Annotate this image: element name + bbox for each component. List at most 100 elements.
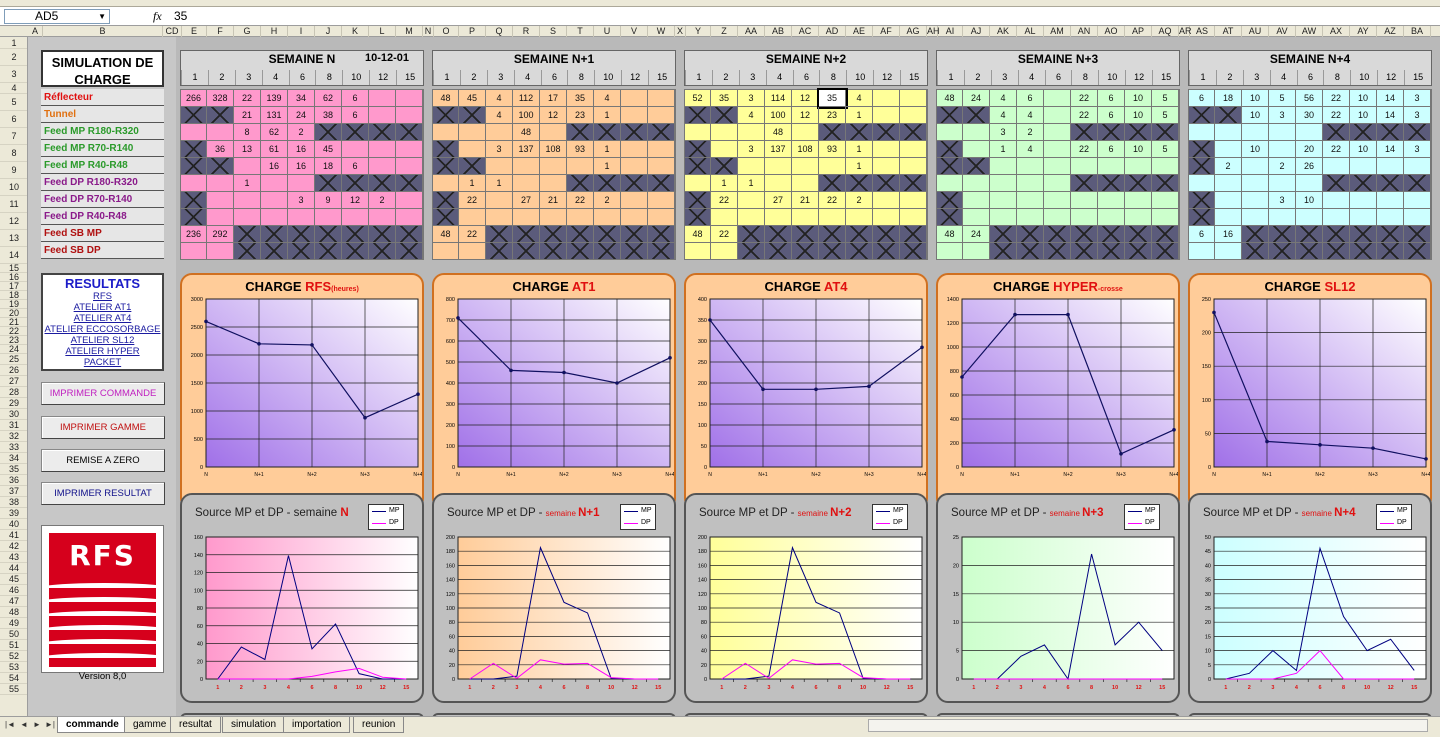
grid-cell[interactable] — [540, 209, 567, 226]
grid-cell[interactable] — [621, 243, 648, 260]
grid-cell[interactable]: 22 — [567, 192, 594, 209]
grid-cell[interactable] — [900, 141, 927, 158]
column-header[interactable]: AT — [1215, 26, 1242, 37]
grid-cell[interactable] — [459, 243, 486, 260]
grid-cell[interactable] — [648, 141, 675, 158]
grid-cell[interactable] — [486, 243, 513, 260]
grid-cell[interactable] — [396, 226, 423, 243]
grid-cell[interactable] — [1350, 209, 1377, 226]
grid-cell[interactable] — [963, 158, 990, 175]
grid-cell[interactable] — [396, 124, 423, 141]
grid-cell[interactable]: 10 — [1350, 90, 1377, 107]
horizontal-scrollbar[interactable] — [868, 719, 1428, 732]
grid-cell[interactable] — [1215, 243, 1242, 260]
grid-cell[interactable]: 4 — [738, 107, 765, 124]
grid-cell[interactable]: 3 — [738, 90, 765, 107]
grid-cell[interactable] — [396, 243, 423, 260]
grid-cell[interactable]: 12 — [540, 107, 567, 124]
column-header[interactable]: AX — [1323, 26, 1350, 37]
grid-cell[interactable]: 3 — [990, 124, 1017, 141]
grid-cell[interactable] — [819, 158, 846, 175]
grid-cell[interactable]: 1 — [459, 175, 486, 192]
grid-cell[interactable]: 24 — [288, 107, 315, 124]
grid-cell[interactable]: 30 — [1296, 107, 1323, 124]
grid-cell[interactable] — [990, 158, 1017, 175]
grid-cell[interactable]: 6 — [1189, 226, 1215, 243]
grid-cell[interactable] — [1152, 124, 1179, 141]
grid-cell[interactable] — [1189, 107, 1215, 124]
grid-cell[interactable]: 1 — [594, 158, 621, 175]
grid-cell[interactable] — [433, 141, 459, 158]
grid-cell[interactable] — [594, 209, 621, 226]
grid-cell[interactable] — [900, 243, 927, 260]
grid-cell[interactable] — [261, 243, 288, 260]
column-header[interactable]: R — [513, 26, 540, 37]
grid-cell[interactable] — [819, 175, 846, 192]
grid-cell[interactable] — [1377, 175, 1404, 192]
sheet-tab[interactable]: gamme — [124, 717, 176, 733]
grid-cell[interactable]: 22 — [711, 226, 738, 243]
grid-cell[interactable]: 100 — [513, 107, 540, 124]
resultats-link[interactable]: ATELIER AT4 — [43, 313, 162, 324]
grid-cell[interactable] — [396, 107, 423, 124]
grid-cell[interactable] — [207, 107, 234, 124]
row-header[interactable]: 39 — [0, 508, 27, 519]
grid-cell[interactable] — [486, 209, 513, 226]
grid-cell[interactable] — [1125, 124, 1152, 141]
grid-cell[interactable] — [711, 141, 738, 158]
grid-cell[interactable]: 3 — [288, 192, 315, 209]
grid-cell[interactable]: 48 — [937, 226, 963, 243]
grid-cell[interactable]: 20 — [1296, 141, 1323, 158]
resultats-link[interactable]: ATELIER ECCOSORBAGE — [43, 324, 162, 335]
column-header[interactable]: S — [540, 26, 567, 37]
row-header[interactable]: 14 — [0, 247, 27, 264]
grid-cell[interactable] — [486, 124, 513, 141]
grid-cell[interactable] — [1071, 124, 1098, 141]
grid-cell[interactable] — [846, 209, 873, 226]
grid-cell[interactable] — [1296, 124, 1323, 141]
grid-cell[interactable] — [900, 158, 927, 175]
grid-cell[interactable] — [792, 243, 819, 260]
grid-cell[interactable] — [540, 175, 567, 192]
grid-cell[interactable] — [1242, 158, 1269, 175]
grid-cell[interactable] — [990, 226, 1017, 243]
row-header[interactable]: 26 — [0, 365, 27, 376]
grid-cell[interactable]: 3 — [1404, 90, 1431, 107]
grid-cell[interactable] — [873, 192, 900, 209]
grid-cell[interactable] — [711, 158, 738, 175]
column-header[interactable]: AS — [1190, 26, 1215, 37]
grid-cell[interactable] — [1269, 124, 1296, 141]
grid-cell[interactable] — [819, 243, 846, 260]
grid-cell[interactable] — [990, 192, 1017, 209]
grid-cell[interactable] — [369, 209, 396, 226]
grid-cell[interactable] — [1296, 243, 1323, 260]
grid-cell[interactable] — [207, 192, 234, 209]
row-header[interactable]: 29 — [0, 398, 27, 409]
grid-cell[interactable] — [1296, 226, 1323, 243]
grid-cell[interactable] — [1071, 175, 1098, 192]
grid-cell[interactable]: 4 — [1017, 141, 1044, 158]
last-sheet-icon[interactable]: ►| — [45, 720, 55, 729]
row-header[interactable]: 37 — [0, 486, 27, 497]
row-header[interactable]: 40 — [0, 519, 27, 530]
grid-cell[interactable] — [990, 175, 1017, 192]
grid-cell[interactable] — [963, 209, 990, 226]
grid-cell[interactable] — [873, 243, 900, 260]
row-header[interactable]: 8 — [0, 145, 27, 162]
grid-cell[interactable]: 236 — [181, 226, 207, 243]
grid-cell[interactable] — [1044, 226, 1071, 243]
grid-cell[interactable] — [369, 90, 396, 107]
grid-cell[interactable]: 1 — [846, 107, 873, 124]
grid-cell[interactable]: 6 — [1189, 90, 1215, 107]
column-header[interactable]: H — [261, 26, 288, 37]
grid-cell[interactable] — [621, 158, 648, 175]
row-header[interactable]: 52 — [0, 651, 27, 662]
grid-cell[interactable] — [1152, 226, 1179, 243]
grid-cell[interactable]: 22 — [1071, 107, 1098, 124]
grid-cell[interactable]: 10 — [1125, 90, 1152, 107]
grid-cell[interactable]: 3 — [1269, 107, 1296, 124]
grid-cell[interactable]: 5 — [1152, 90, 1179, 107]
grid-cell[interactable] — [711, 243, 738, 260]
grid-cell[interactable] — [819, 226, 846, 243]
fx-icon[interactable]: fx — [153, 9, 162, 24]
